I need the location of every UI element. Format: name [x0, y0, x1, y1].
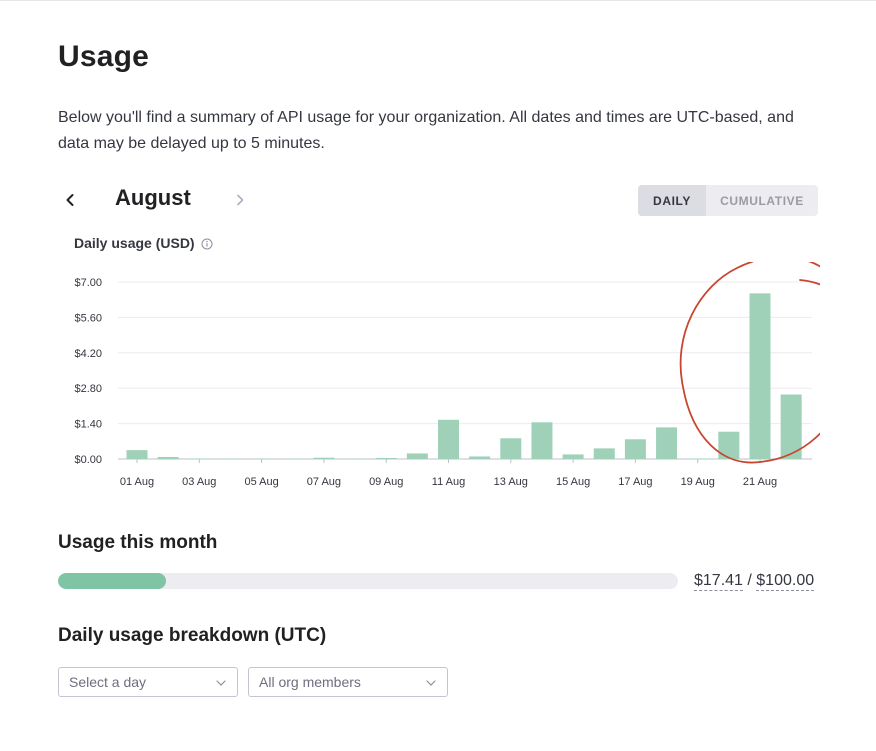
usage-used[interactable]: $17.41 — [694, 572, 743, 591]
chart-bar[interactable] — [126, 450, 148, 459]
chart-bar[interactable] — [593, 448, 615, 459]
x-tick-label: 17 Aug — [618, 476, 652, 488]
chart-bar[interactable] — [375, 457, 397, 459]
chart-bar[interactable] — [500, 438, 522, 459]
chevron-left-icon[interactable] — [58, 188, 82, 212]
chart-bar[interactable] — [282, 458, 304, 460]
chart-bar[interactable] — [406, 453, 428, 459]
chart-bar[interactable] — [344, 458, 366, 460]
usage-progress-fill — [58, 573, 166, 589]
chevron-down-icon — [216, 680, 226, 686]
page-title: Usage — [58, 40, 150, 73]
y-tick-label: $1.40 — [74, 419, 102, 431]
y-tick-label: $2.80 — [74, 383, 102, 395]
y-tick-label: $4.20 — [74, 348, 102, 360]
page-description: Below you'll find a summary of API usage… — [58, 109, 794, 152]
info-icon[interactable] — [201, 237, 213, 250]
chart-bar[interactable] — [219, 458, 241, 460]
x-tick-label: 07 Aug — [307, 476, 341, 488]
chart-bar[interactable] — [438, 419, 459, 459]
chart-bar[interactable] — [624, 439, 646, 459]
chart-bar[interactable] — [749, 293, 771, 459]
month-label: August — [115, 185, 191, 210]
chart-gridlines — [118, 281, 812, 460]
select-day-dropdown[interactable]: Select a day — [58, 667, 238, 697]
org-members-dropdown[interactable]: All org members — [248, 667, 448, 697]
usage-progress-bar — [58, 573, 678, 589]
view-toggle: DAILY CUMULATIVE — [638, 185, 818, 216]
chevron-right-icon[interactable] — [228, 188, 252, 212]
cumulative-toggle-button[interactable]: CUMULATIVE — [706, 185, 818, 216]
daily-breakdown-title: Daily usage breakdown (UTC) — [58, 625, 327, 646]
x-tick-label: 21 Aug — [743, 476, 777, 488]
y-tick-label: $0.00 — [74, 454, 102, 466]
usage-separator: / — [742, 572, 757, 589]
x-tick-label: 03 Aug — [182, 476, 216, 488]
y-tick-label: $7.00 — [74, 277, 102, 289]
chart-bar[interactable] — [562, 454, 584, 459]
daily-toggle-button[interactable]: DAILY — [638, 185, 706, 216]
x-tick-label: 01 Aug — [120, 476, 154, 488]
chart-bar[interactable] — [531, 422, 553, 459]
chart-bar[interactable] — [656, 427, 678, 459]
org-members-value: All org members — [259, 674, 361, 690]
month-navigation: August — [58, 182, 278, 218]
chart-bar[interactable] — [313, 457, 335, 459]
y-tick-label: $5.60 — [74, 312, 102, 324]
top-divider — [0, 0, 876, 1]
x-tick-label: 19 Aug — [681, 476, 715, 488]
x-tick-label: 13 Aug — [494, 476, 528, 488]
chart-title: Daily usage (USD) — [74, 235, 213, 251]
x-axis-ticks: 01 Aug 03 Aug 05 Aug 07 Aug 09 Aug 11 Aug 13 A… — [120, 459, 777, 488]
x-tick-label: 11 Aug — [432, 476, 465, 488]
x-tick-label: 09 Aug — [369, 476, 403, 488]
x-tick-label: 15 Aug — [556, 476, 590, 488]
chart-title-text: Daily usage (USD) — [74, 235, 195, 251]
chart-bars — [126, 293, 802, 460]
chart-bar[interactable] — [157, 456, 179, 459]
usage-this-month-title: Usage this month — [58, 532, 218, 553]
select-day-placeholder: Select a day — [69, 674, 147, 690]
chevron-down-icon — [426, 680, 436, 686]
y-axis-ticks: $7.00 $5.60 $4.20 $2.80 $1.40 $0.00 — [74, 277, 102, 466]
chart-bar[interactable] — [469, 456, 491, 459]
usage-amount: $17.41 / $100.00 — [694, 572, 815, 591]
daily-usage-chart: $7.00 $5.60 $4.20 $2.80 $1.40 $0.00 01 Aug 03 … — [74, 262, 820, 488]
usage-limit[interactable]: $100.00 — [756, 572, 815, 591]
x-tick-label: 05 Aug — [244, 476, 278, 488]
